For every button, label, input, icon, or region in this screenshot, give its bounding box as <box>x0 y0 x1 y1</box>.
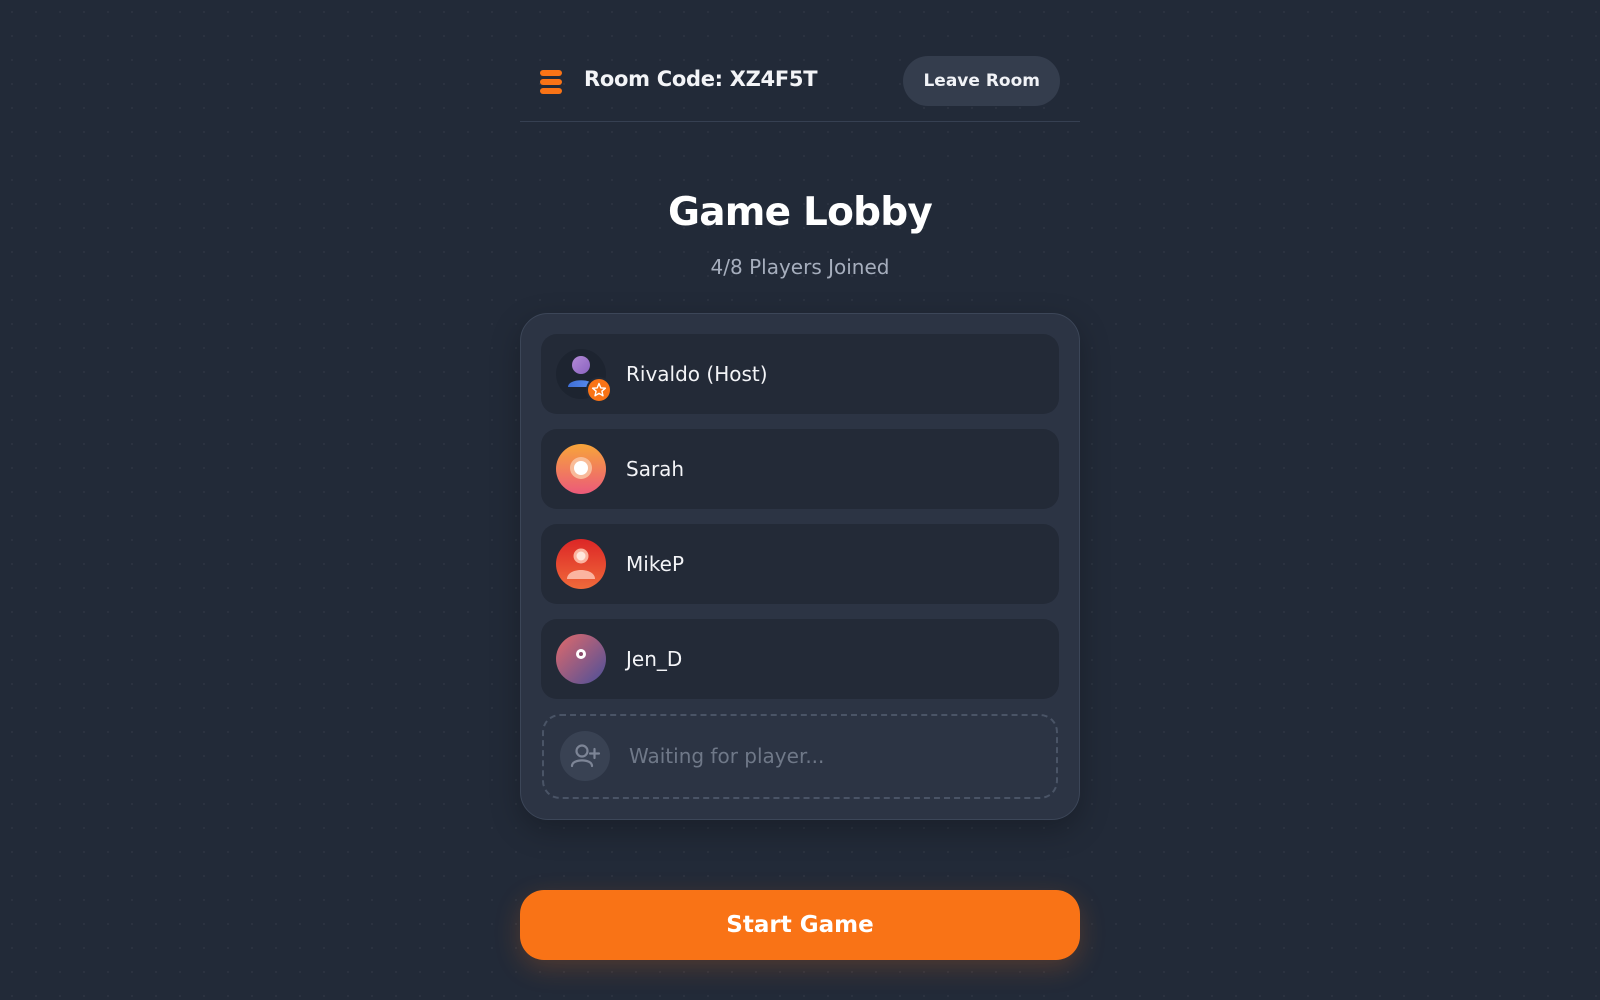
player-name: Sarah <box>626 457 685 481</box>
header: Room Code: XZ4F5T Leave Room <box>520 0 1080 122</box>
player-row-jen[interactable]: Jen_D <box>541 619 1059 699</box>
page-title: Game Lobby <box>668 190 933 235</box>
waiting-text: Waiting for player... <box>629 744 825 768</box>
start-game-button[interactable]: Start Game <box>520 890 1080 960</box>
star-icon <box>586 377 612 403</box>
room-code: Room Code: XZ4F5T <box>584 67 818 91</box>
red-person-avatar-icon <box>556 539 606 589</box>
stack-icon <box>540 70 562 94</box>
orange-ring-avatar-icon <box>556 444 606 494</box>
player-row-rivaldo[interactable]: Rivaldo (Host) <box>541 334 1059 414</box>
player-name: Rivaldo (Host) <box>626 362 768 386</box>
host-avatar-icon <box>556 349 612 403</box>
leave-room-button[interactable]: Leave Room <box>903 56 1060 106</box>
player-name: Jen_D <box>626 647 683 671</box>
player-row-sarah[interactable]: Sarah <box>541 429 1059 509</box>
waiting-slot: Waiting for player... <box>542 714 1058 799</box>
player-row-mikep[interactable]: MikeP <box>541 524 1059 604</box>
players-count: 4/8 Players Joined <box>710 255 890 279</box>
player-list: Rivaldo (Host) Sarah MikeP Jen_D Waiting… <box>520 313 1080 820</box>
add-user-icon <box>560 731 610 781</box>
player-name: MikeP <box>626 552 685 576</box>
purple-dot-avatar-icon <box>556 634 606 684</box>
lobby-container: Room Code: XZ4F5T Leave Room Game Lobby … <box>520 0 1080 960</box>
